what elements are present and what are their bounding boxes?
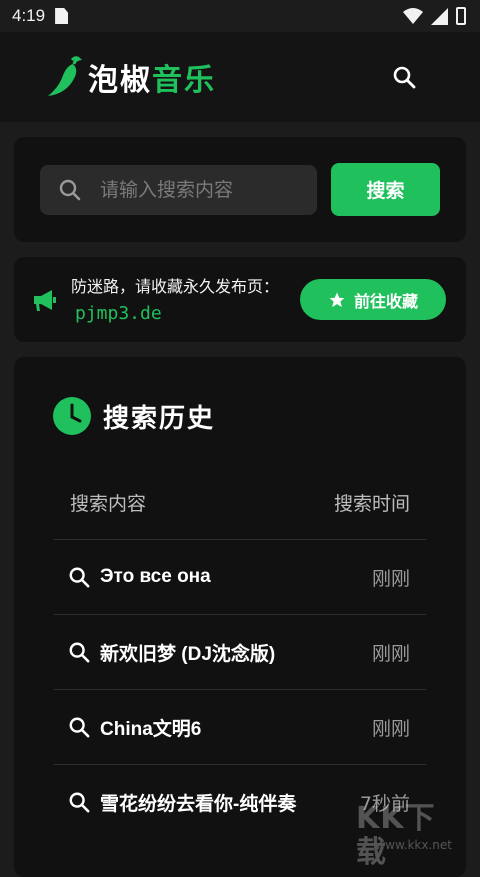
brand-name-part2: 音乐 — [152, 63, 216, 98]
history-row[interactable]: Это все она 刚刚 — [54, 539, 426, 614]
search-icon — [69, 567, 90, 588]
star-icon — [329, 292, 345, 307]
history-query: Это все она — [100, 566, 211, 587]
go-favorite-button[interactable]: 前往收藏 — [300, 279, 446, 320]
go-favorite-label: 前往收藏 — [353, 291, 418, 311]
app-brand: 泡椒音乐 — [88, 55, 216, 99]
battery-icon — [456, 7, 466, 25]
signal-icon — [431, 7, 448, 25]
history-query: 雪花纷纷去看你-纯伴奏 — [100, 793, 297, 815]
pepper-logo-icon — [48, 56, 82, 96]
notification-icon — [55, 8, 69, 24]
brand-name-part1: 泡椒 — [88, 63, 152, 98]
history-time: 刚刚 — [371, 717, 410, 740]
search-icon[interactable] — [392, 65, 416, 89]
search-field-container[interactable] — [40, 165, 317, 215]
history-row[interactable]: 新欢旧梦 (DJ沈念版) 刚刚 — [54, 614, 426, 689]
status-icons — [403, 7, 466, 25]
notice-text: 防迷路，请收藏永久发布页： pjmp3.de — [71, 273, 281, 327]
notice-message: 防迷路，请收藏永久发布页： — [71, 277, 280, 296]
search-icon — [59, 179, 81, 201]
clock-icon — [53, 397, 91, 435]
column-time-header: 搜索时间 — [333, 492, 410, 515]
notice-url[interactable]: pjmp3.de — [75, 303, 162, 324]
search-icon — [69, 642, 90, 663]
search-icon — [69, 792, 90, 813]
history-header: 搜索历史 — [53, 397, 215, 435]
history-time: 刚刚 — [371, 642, 410, 665]
history-list: Это все она 刚刚 新欢旧梦 (DJ沈念版) 刚刚 China文明6 … — [54, 539, 426, 839]
megaphone-icon — [34, 290, 56, 311]
history-row[interactable]: China文明6 刚刚 — [54, 689, 426, 764]
app-bar: 泡椒音乐 — [0, 32, 480, 122]
history-time: 刚刚 — [371, 567, 410, 590]
history-column-header: 搜索内容 搜索时间 — [54, 482, 426, 522]
history-title: 搜索历史 — [103, 403, 216, 434]
status-bar: 4:19 — [0, 0, 480, 32]
history-query: 新欢旧梦 (DJ沈念版) — [100, 643, 276, 665]
watermark-url: www.kkx.net — [375, 838, 452, 852]
watermark: KK下载 www.kkx.net — [356, 802, 466, 870]
search-icon — [69, 717, 90, 738]
history-card: 搜索历史 搜索内容 搜索时间 Это все она 刚刚 新欢旧梦 (DJ沈念… — [14, 357, 466, 877]
search-card: 搜索 — [14, 137, 466, 242]
search-button[interactable]: 搜索 — [331, 163, 440, 216]
search-input[interactable] — [98, 178, 302, 202]
column-query-header: 搜索内容 — [70, 492, 147, 515]
wifi-icon — [403, 8, 423, 24]
watermark-logo: KK下载 — [356, 801, 436, 870]
history-query: China文明6 — [100, 718, 202, 740]
status-time: 4:19 — [12, 6, 46, 25]
notice-card: 防迷路，请收藏永久发布页： pjmp3.de 前往收藏 — [14, 257, 466, 342]
